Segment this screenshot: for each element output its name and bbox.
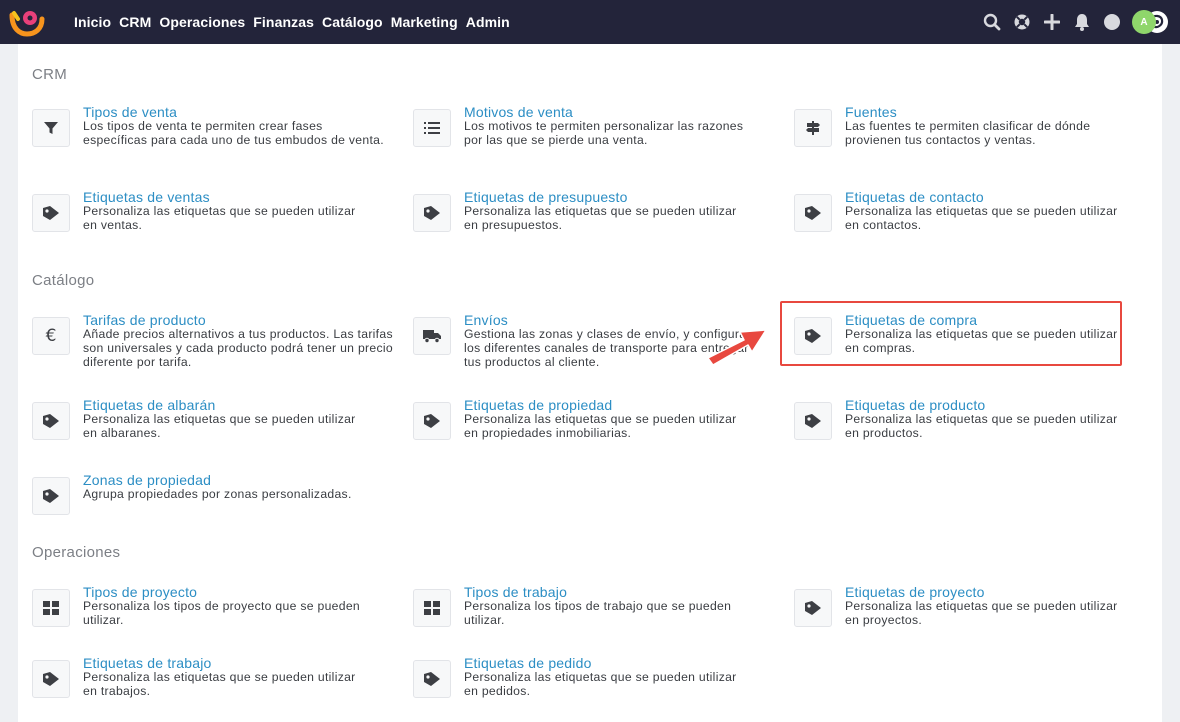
plus-icon[interactable] (1042, 12, 1062, 32)
euro-icon[interactable]: € (32, 317, 70, 355)
tag-icon[interactable] (32, 660, 70, 698)
card-description: Personaliza los tipos de trabajo que se … (464, 599, 732, 627)
card-description: Personaliza los tipos de proyecto que se… (83, 599, 360, 627)
top-actions: A (972, 0, 1168, 44)
settings-panel: CRM Tipos de venta Los tipos de venta te… (18, 44, 1162, 722)
card-title[interactable]: Envíos (464, 312, 508, 328)
card-title[interactable]: Tipos de trabajo (464, 584, 567, 600)
card-description: Las fuentes te permiten clasificar de dó… (845, 119, 1091, 147)
card-description: Personaliza las etiquetas que se pueden … (83, 412, 356, 440)
tag-icon[interactable] (794, 402, 832, 440)
card-description: Personaliza las etiquetas que se pueden … (464, 204, 737, 232)
status-dot-icon[interactable] (1102, 12, 1122, 32)
top-navigation-bar: Inicio CRM Operaciones Finanzas Catálogo… (0, 0, 1180, 44)
card-title[interactable]: Tarifas de producto (83, 312, 206, 328)
lifebuoy-icon[interactable] (1012, 12, 1032, 32)
card-title[interactable]: Tipos de venta (83, 104, 177, 120)
card-description: Añade precios alternativos a tus product… (83, 327, 393, 369)
tag-icon[interactable] (413, 194, 451, 232)
card-title[interactable]: Tipos de proyecto (83, 584, 197, 600)
card-title[interactable]: Zonas de propiedad (83, 472, 211, 488)
filter-icon[interactable] (32, 109, 70, 147)
grid-icon[interactable] (413, 589, 451, 627)
section-title-operaciones: Operaciones (32, 544, 121, 561)
nav-item-marketing[interactable]: Marketing (391, 14, 458, 30)
card-title[interactable]: Etiquetas de trabajo (83, 655, 212, 671)
card-description: Personaliza las etiquetas que se pueden … (464, 670, 737, 698)
card-title[interactable]: Etiquetas de pedido (464, 655, 592, 671)
highlight-box (780, 301, 1122, 366)
search-icon[interactable] (982, 12, 1002, 32)
card-title[interactable]: Etiquetas de proyecto (845, 584, 985, 600)
card-description: Personaliza las etiquetas que se pueden … (845, 599, 1118, 627)
grid-icon[interactable] (32, 589, 70, 627)
list-icon[interactable] (413, 109, 451, 147)
card-title[interactable]: Motivos de venta (464, 104, 573, 120)
tag-icon[interactable] (794, 194, 832, 232)
tag-icon[interactable] (794, 589, 832, 627)
signpost-icon[interactable] (794, 109, 832, 147)
card-description: Los tipos de venta te permiten crear fas… (83, 119, 384, 147)
app-logo-icon[interactable] (8, 7, 46, 37)
card-description: Personaliza las etiquetas que se pueden … (83, 670, 356, 698)
card-title[interactable]: Etiquetas de presupuesto (464, 189, 628, 205)
nav-item-finanzas[interactable]: Finanzas (253, 14, 314, 30)
card-description: Los motivos te permiten personalizar las… (464, 119, 744, 147)
nav-item-operaciones[interactable]: Operaciones (159, 14, 245, 30)
card-description: Personaliza las etiquetas que se pueden … (83, 204, 356, 232)
card-title[interactable]: Fuentes (845, 104, 897, 120)
card-title[interactable]: Etiquetas de producto (845, 397, 985, 413)
section-title-crm: CRM (32, 66, 68, 83)
tag-icon[interactable] (413, 660, 451, 698)
card-title[interactable]: Etiquetas de contacto (845, 189, 984, 205)
section-title-catalogo: Catálogo (32, 272, 95, 289)
tag-icon[interactable] (32, 194, 70, 232)
card-title[interactable]: Etiquetas de propiedad (464, 397, 612, 413)
card-description: Personaliza las etiquetas que se pueden … (464, 412, 737, 440)
main-nav: Inicio CRM Operaciones Finanzas Catálogo… (74, 0, 518, 44)
avatar[interactable]: A (1132, 10, 1156, 34)
card-description: Personaliza las etiquetas que se pueden … (845, 412, 1118, 440)
nav-item-crm[interactable]: CRM (119, 14, 151, 30)
tag-icon[interactable] (32, 402, 70, 440)
card-description: Agrupa propiedades por zonas personaliza… (83, 487, 352, 501)
nav-item-inicio[interactable]: Inicio (74, 14, 111, 30)
card-title[interactable]: Etiquetas de ventas (83, 189, 210, 205)
truck-icon[interactable] (413, 317, 451, 355)
tag-icon[interactable] (413, 402, 451, 440)
card-title[interactable]: Etiquetas de albarán (83, 397, 215, 413)
bell-icon[interactable] (1072, 12, 1092, 32)
nav-item-admin[interactable]: Admin (466, 14, 510, 30)
nav-item-catalogo[interactable]: Catálogo (322, 14, 383, 30)
tag-icon[interactable] (32, 477, 70, 515)
card-description: Personaliza las etiquetas que se pueden … (845, 204, 1118, 232)
annotation-arrow-icon (704, 320, 770, 372)
